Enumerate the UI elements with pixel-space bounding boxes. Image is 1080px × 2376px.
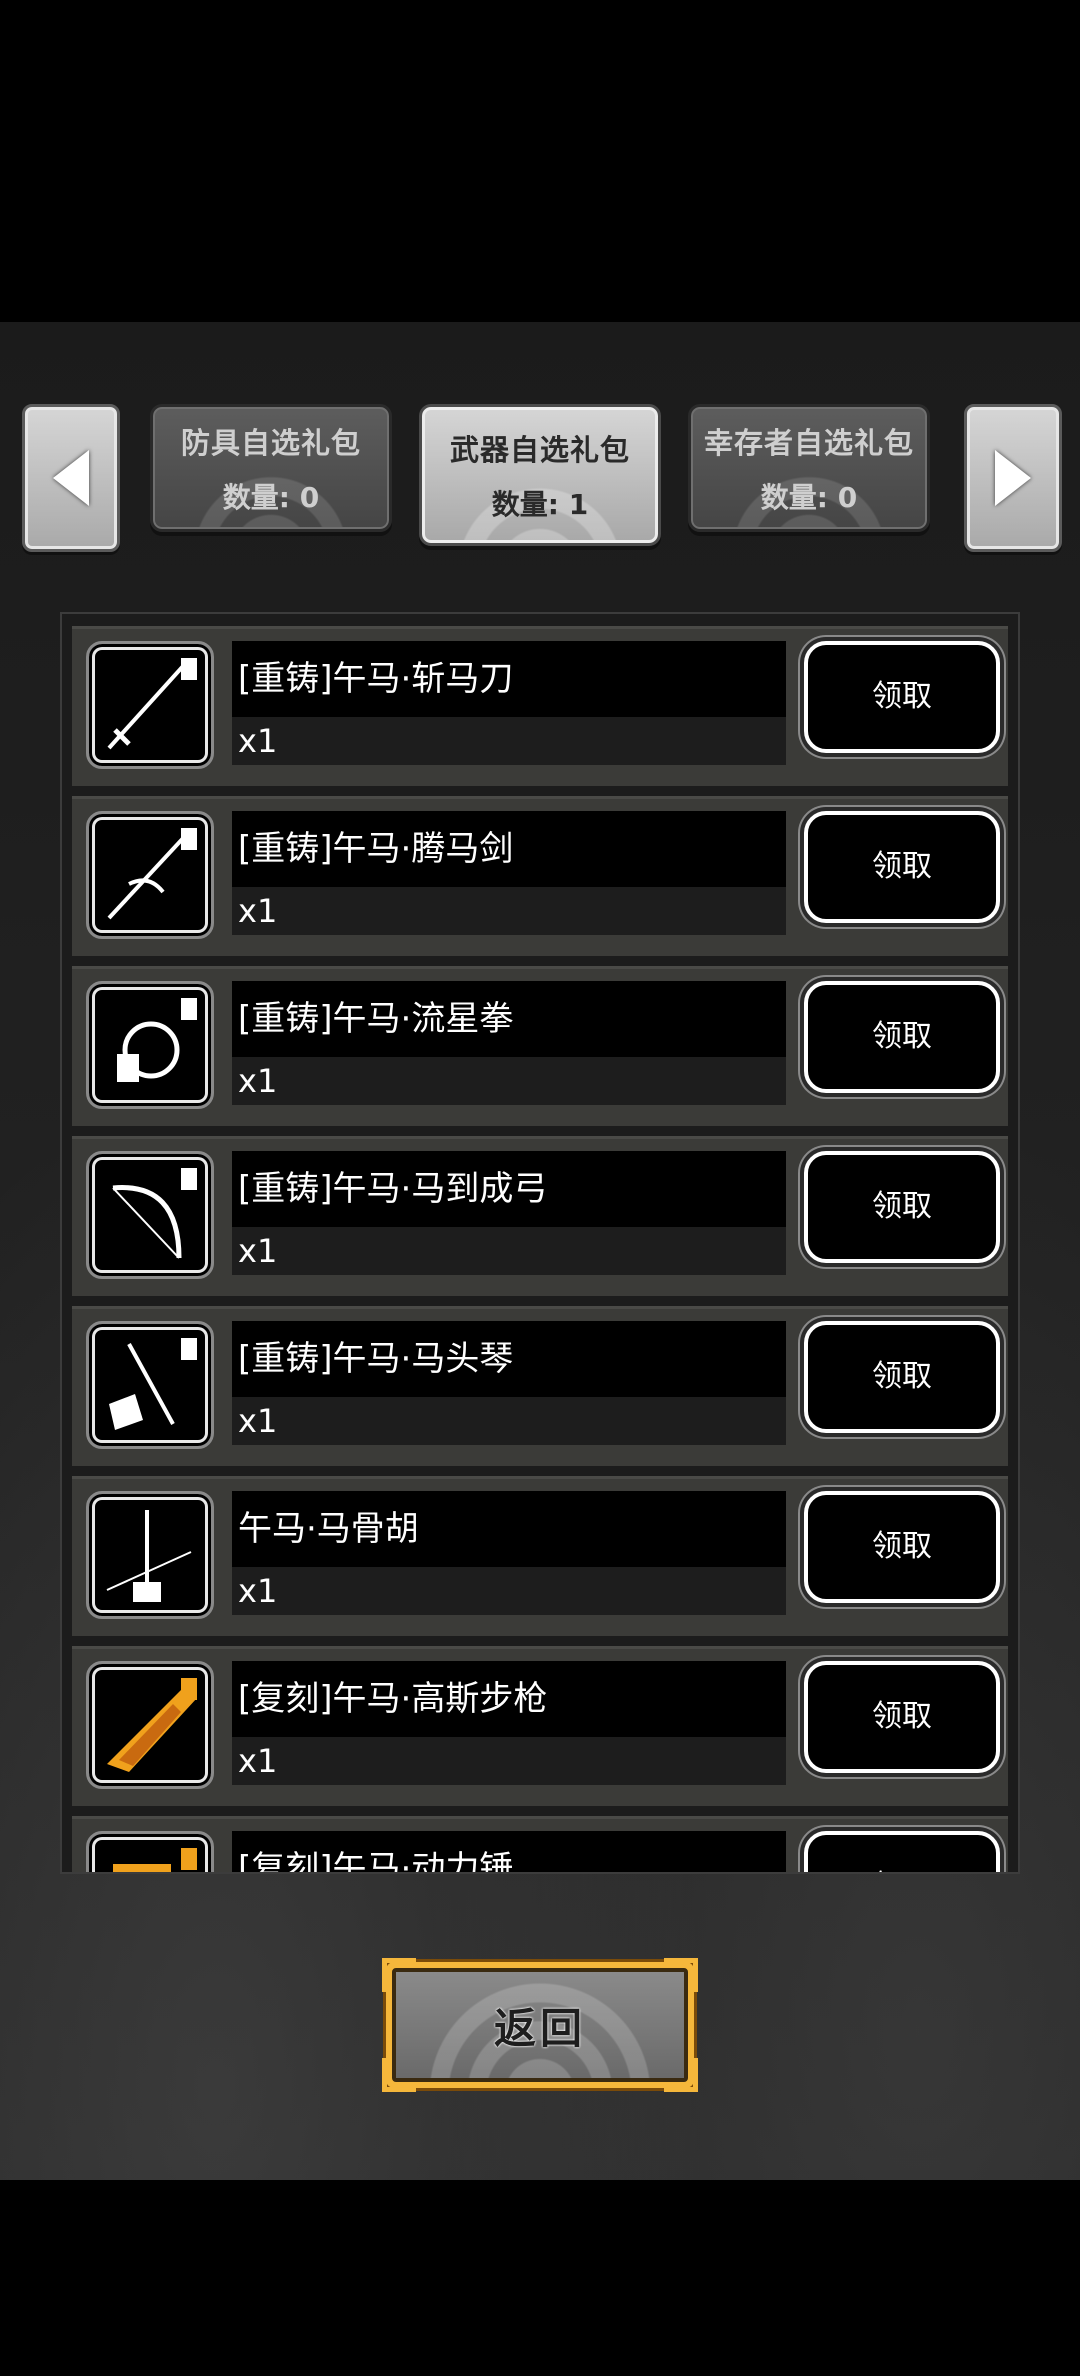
gauss-rifle-icon <box>86 1661 214 1789</box>
tab-title: 幸存者自选礼包 <box>703 426 914 460</box>
tab-count: 数量: 0 <box>222 481 320 514</box>
item-quantity: x1 <box>232 1397 786 1445</box>
erhu-icon <box>86 1491 214 1619</box>
item-name: [重铸]午马·马头琴 <box>232 1321 786 1397</box>
ornament-corner <box>382 1958 416 1992</box>
tab-count: 数量: 1 <box>491 488 589 521</box>
tab-armor-pack[interactable]: 防具自选礼包 数量: 0 <box>150 404 392 532</box>
item-name: [复刻]午马·高斯步枪 <box>232 1661 786 1737</box>
claim-button[interactable]: 领取 <box>804 1491 1000 1603</box>
claim-button[interactable]: 领取 <box>804 981 1000 1093</box>
next-page-button[interactable] <box>964 404 1062 552</box>
power-hammer-icon <box>86 1831 214 1872</box>
arrow-right-icon <box>995 450 1031 506</box>
item-name: [重铸]午马·斩马刀 <box>232 641 786 717</box>
ornament-corner <box>664 1958 698 1992</box>
list-item: [重铸]午马·流星拳 x1 领取 <box>72 966 1008 1126</box>
list-item: [重铸]午马·马到成弓 x1 领取 <box>72 1136 1008 1296</box>
item-name: [重铸]午马·马到成弓 <box>232 1151 786 1227</box>
list-item: [复刻]午马·动力锤 x1 领取 <box>72 1816 1008 1872</box>
item-name: [重铸]午马·流星拳 <box>232 981 786 1057</box>
claim-button[interactable]: 领取 <box>804 1151 1000 1263</box>
tab-weapon-pack[interactable]: 武器自选礼包 数量: 1 <box>419 404 661 546</box>
tab-title: 武器自选礼包 <box>449 433 630 467</box>
item-name: 午马·马骨胡 <box>232 1491 786 1567</box>
item-quantity: x1 <box>232 717 786 765</box>
claim-button[interactable]: 领取 <box>804 1661 1000 1773</box>
arrow-left-icon <box>53 450 89 506</box>
tab-title: 防具自选礼包 <box>180 426 361 460</box>
claim-button[interactable]: 领取 <box>804 1831 1000 1872</box>
item-quantity: x1 <box>232 1737 786 1785</box>
claim-button[interactable]: 领取 <box>804 641 1000 753</box>
item-quantity: x1 <box>232 887 786 935</box>
list-item: [重铸]午马·腾马剑 x1 领取 <box>72 796 1008 956</box>
item-name: [重铸]午马·腾马剑 <box>232 811 786 887</box>
ornament-corner <box>664 2058 698 2092</box>
claim-button[interactable]: 领取 <box>804 811 1000 923</box>
ornament-corner <box>382 2058 416 2092</box>
return-label: 返回 <box>392 1968 688 2082</box>
item-quantity: x1 <box>232 1567 786 1615</box>
prev-page-button[interactable] <box>22 404 120 552</box>
list-item: [复刻]午马·高斯步枪 x1 领取 <box>72 1646 1008 1806</box>
item-quantity: x1 <box>232 1227 786 1275</box>
return-button[interactable]: 返回 <box>382 1958 698 2092</box>
list-item: [重铸]午马·斩马刀 x1 领取 <box>72 626 1008 786</box>
list-item: 午马·马骨胡 x1 领取 <box>72 1476 1008 1636</box>
claim-button[interactable]: 领取 <box>804 1321 1000 1433</box>
item-name: [复刻]午马·动力锤 <box>232 1831 786 1872</box>
item-quantity: x1 <box>232 1057 786 1105</box>
bow-icon <box>86 1151 214 1279</box>
sword-icon <box>86 811 214 939</box>
gauntlet-icon <box>86 981 214 1109</box>
tab-count: 数量: 0 <box>760 481 858 514</box>
horsehead-fiddle-icon <box>86 1321 214 1449</box>
saber-icon <box>86 641 214 769</box>
reward-list[interactable]: [重铸]午马·斩马刀 x1 领取 [重铸]午马·腾马剑 x1 领取 [重铸]午马… <box>60 612 1020 1874</box>
tab-survivor-pack[interactable]: 幸存者自选礼包 数量: 0 <box>688 404 930 532</box>
list-item: [重铸]午马·马头琴 x1 领取 <box>72 1306 1008 1466</box>
